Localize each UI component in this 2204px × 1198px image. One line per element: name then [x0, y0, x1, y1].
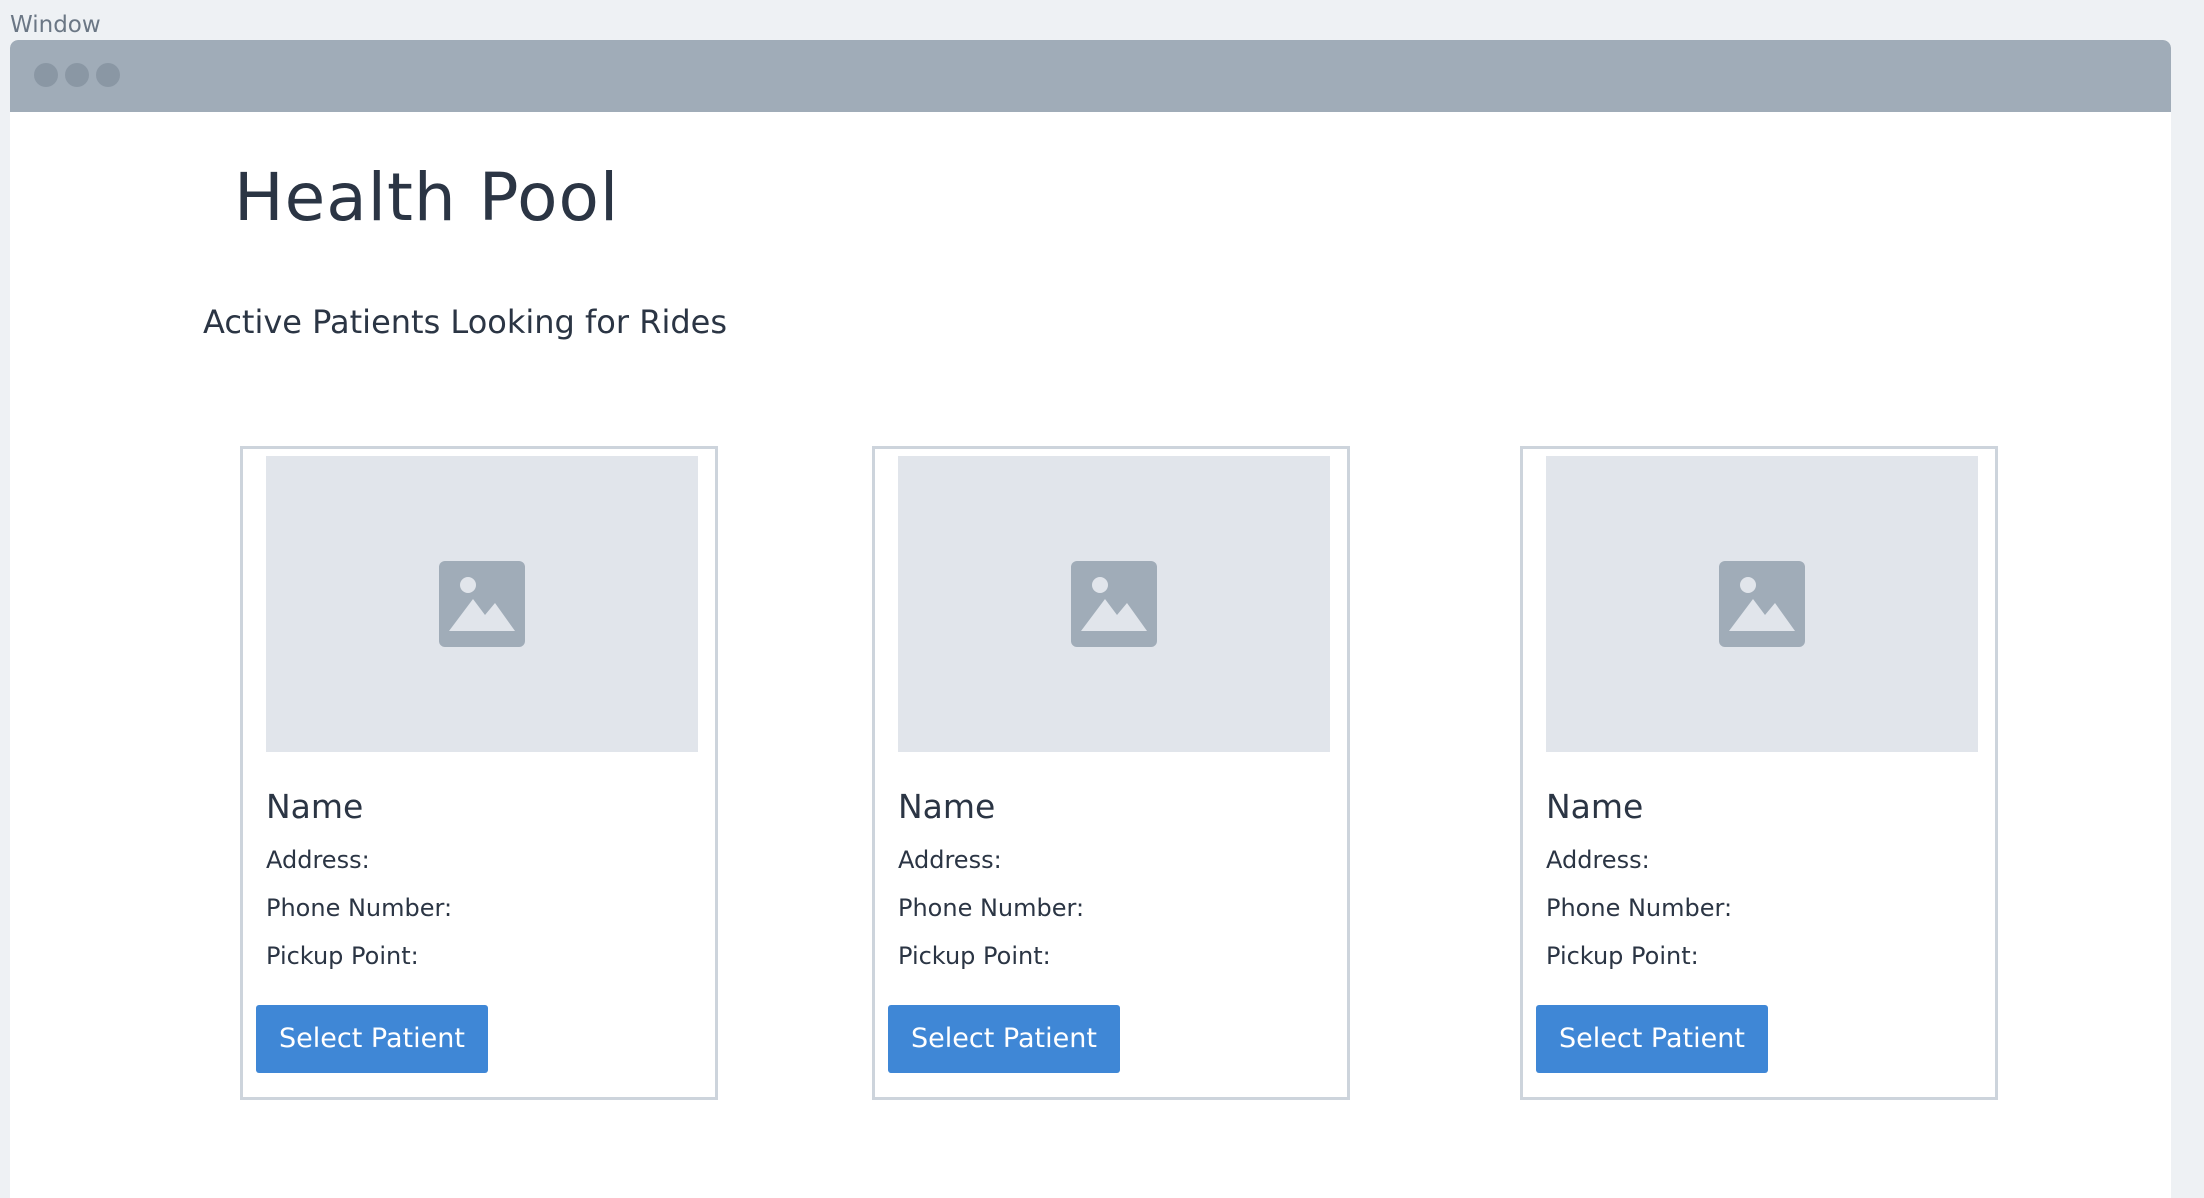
patient-card: Name Address: Phone Number: Pickup Point…: [1520, 446, 1998, 1100]
window-control-dot[interactable]: [34, 63, 58, 87]
patient-photo-placeholder: [1546, 456, 1978, 752]
window-control-dot[interactable]: [96, 63, 120, 87]
window-control-dot[interactable]: [65, 63, 89, 87]
pickup-point-label: Pickup Point:: [898, 942, 1051, 970]
patient-photo-placeholder: [898, 456, 1330, 752]
phone-number-label: Phone Number:: [266, 894, 453, 922]
pickup-point-label: Pickup Point:: [266, 942, 419, 970]
patient-card: Name Address: Phone Number: Pickup Point…: [240, 446, 718, 1100]
section-heading: Active Patients Looking for Rides: [203, 303, 727, 341]
browser-window: Health Pool Active Patients Looking for …: [10, 40, 2171, 1198]
address-label: Address:: [898, 846, 1002, 874]
address-label: Address:: [1546, 846, 1650, 874]
phone-number-label: Phone Number:: [1546, 894, 1733, 922]
page-title: Health Pool: [234, 159, 620, 236]
image-placeholder-icon: [1719, 561, 1805, 647]
patient-name: Name: [1546, 787, 1644, 826]
select-patient-button[interactable]: Select Patient: [888, 1005, 1120, 1073]
address-label: Address:: [266, 846, 370, 874]
image-placeholder-icon: [1071, 561, 1157, 647]
select-patient-button[interactable]: Select Patient: [256, 1005, 488, 1073]
patient-name: Name: [898, 787, 996, 826]
patient-card: Name Address: Phone Number: Pickup Point…: [872, 446, 1350, 1100]
phone-number-label: Phone Number:: [898, 894, 1085, 922]
image-placeholder-icon: [439, 561, 525, 647]
pickup-point-label: Pickup Point:: [1546, 942, 1699, 970]
patient-photo-placeholder: [266, 456, 698, 752]
select-patient-button[interactable]: Select Patient: [1536, 1005, 1768, 1073]
frame-label: Window: [10, 12, 101, 38]
window-titlebar[interactable]: [10, 40, 2171, 112]
patient-name: Name: [266, 787, 364, 826]
